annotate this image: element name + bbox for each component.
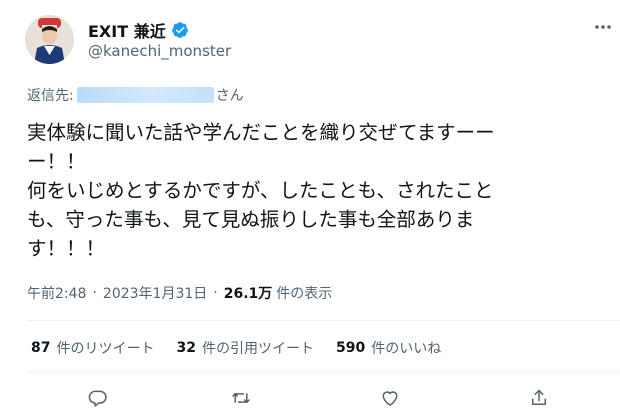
view-label: 件の表示 <box>276 286 333 302</box>
reply-icon[interactable] <box>86 386 110 410</box>
meta-separator: · <box>92 285 97 301</box>
divider <box>27 372 620 373</box>
meta-separator: · <box>213 285 218 301</box>
reply-to-prefix: 返信先: <box>27 88 74 104</box>
engagement-stats: 87 件のリツイート 32 件の引用ツイート 590 件のいいね <box>31 338 463 358</box>
verified-badge-icon <box>171 21 189 39</box>
quote-stat[interactable]: 32 件の引用ツイート <box>176 338 313 358</box>
more-icon[interactable] <box>592 16 614 38</box>
view-count: 26.1万 <box>223 286 273 302</box>
tweet-time[interactable]: 午前2:48 <box>27 283 86 303</box>
share-icon[interactable] <box>527 386 551 410</box>
display-name[interactable]: EXIT 兼近 <box>88 18 166 42</box>
avatar[interactable] <box>25 15 74 64</box>
quote-count: 32 <box>176 340 196 356</box>
reply-to-suffix: さん <box>215 88 244 104</box>
tweet-meta: 午前2:48 · 2023年1月31日 · 26.1万 件の表示 <box>27 283 332 303</box>
like-icon[interactable] <box>378 386 402 410</box>
author-handle[interactable]: @kanechi_monster <box>88 42 231 60</box>
like-count: 590 <box>335 340 366 356</box>
retweet-stat[interactable]: 87 件のリツイート <box>31 338 154 358</box>
quote-label: 件の引用ツイート <box>201 341 314 357</box>
retweet-count: 87 <box>31 340 51 356</box>
retweet-icon[interactable] <box>229 386 253 410</box>
reply-to: 返信先: さん <box>27 85 244 105</box>
divider <box>27 320 620 321</box>
retweet-label: 件のリツイート <box>56 341 155 357</box>
like-label: 件のいいね <box>371 341 442 357</box>
tweet-card: EXIT 兼近 @kanechi_monster 返信先: さん 実体験に聞いた… <box>0 0 620 413</box>
author-name[interactable]: EXIT 兼近 <box>88 18 189 42</box>
redacted-username <box>76 87 214 103</box>
tweet-date[interactable]: 2023年1月31日 <box>103 283 207 303</box>
like-stat[interactable]: 590 件のいいね <box>336 338 441 358</box>
tweet-text: 実体験に聞いた話や学んだことを織り交ぜてますーー ー！！ 何をいじめとするかです… <box>27 121 495 260</box>
